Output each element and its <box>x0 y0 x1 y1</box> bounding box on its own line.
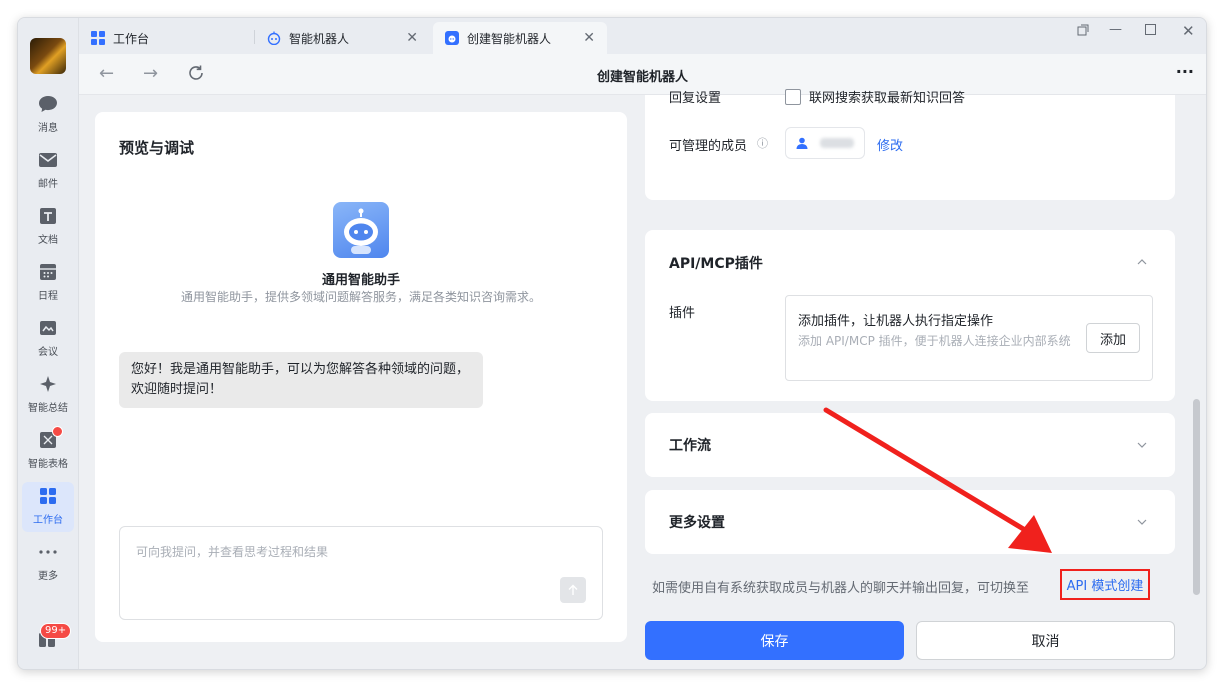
tab-workbench[interactable]: 工作台 <box>79 22 254 54</box>
save-button[interactable]: 保存 <box>645 621 904 660</box>
reply-settings-label: 回复设置 <box>669 91 722 106</box>
user-avatar[interactable] <box>30 38 66 74</box>
user-icon <box>796 134 808 153</box>
bot-description: 通用智能助手，提供多领域问题解答服务，满足各类知识咨询需求。 <box>180 290 541 304</box>
web-search-checkbox[interactable] <box>785 89 801 105</box>
web-search-option-label: 联网搜索获取最新知识回答 <box>809 91 966 106</box>
rail-label: 消息 <box>38 123 58 134</box>
chat-input-box <box>119 526 603 620</box>
rail-item-messages[interactable]: 消息 <box>22 90 74 140</box>
arrow-up-icon <box>568 584 578 595</box>
main-content: 预览与调试 通用智能助手 通用智能助手，提供多领域问题解答服务，满足各类知识咨询… <box>79 89 1206 669</box>
tab-label: 工作台 <box>113 31 150 46</box>
pin-window-icon[interactable] <box>1077 24 1089 40</box>
smart-sheet-icon <box>38 426 63 450</box>
add-plugin-button[interactable]: 添加 <box>1086 323 1140 353</box>
rail-label: 文档 <box>38 235 58 246</box>
tab-bar: 工作台 智能机器人 ✕ 创建智能机器人 ✕ — ✕ <box>79 18 1206 54</box>
tab-label: 智能机器人 <box>289 31 350 46</box>
rail-item-workbench[interactable]: 工作台 <box>22 482 74 532</box>
member-name-blurred <box>820 138 854 148</box>
chevron-down-icon[interactable] <box>1137 437 1147 451</box>
members-edit-link[interactable]: 修改 <box>877 135 903 154</box>
plugin-add-box: 添加插件，让机器人执行指定操作 添加 API/MCP 插件，便于机器人连接企业内… <box>785 295 1153 381</box>
more-menu-icon[interactable]: ··· <box>1176 62 1194 82</box>
rail-label: 工作台 <box>33 515 63 526</box>
robot-icon <box>445 31 459 45</box>
api-mode-hint: 如需使用自有系统获取成员与机器人的聊天并输出回复，可切换至 <box>652 581 1030 596</box>
maximize-icon[interactable] <box>1145 24 1156 39</box>
tab-create-robot[interactable]: 创建智能机器人 ✕ <box>433 22 607 54</box>
mail-icon <box>38 150 58 170</box>
page-title: 创建智能机器人 <box>596 70 688 85</box>
rail-item-meeting[interactable]: 会议 <box>22 314 74 364</box>
settings-card: 回复设置 联网搜索获取最新知识回答 可管理的成员 ⓘ 修改 <box>645 89 1175 200</box>
chevron-up-icon[interactable] <box>1137 254 1147 268</box>
app-window: 消息 邮件 文档 日程 会议 智能总结 智能表格 工作台 更多 99+ 工作台 … <box>17 17 1207 670</box>
preview-panel: 预览与调试 通用智能助手 通用智能助手，提供多领域问题解答服务，满足各类知识咨询… <box>95 112 627 642</box>
sparkle-icon <box>38 374 58 394</box>
plugins-label: 插件 <box>669 306 696 321</box>
rail-label: 智能总结 <box>28 403 68 414</box>
rail-label: 邮件 <box>38 179 58 190</box>
rail-item-smart-sheet[interactable]: 智能表格 <box>22 426 74 476</box>
rail-label: 更多 <box>38 571 58 582</box>
bot-name: 通用智能助手 <box>321 273 400 288</box>
plugin-box-title: 添加插件，让机器人执行指定操作 <box>798 314 994 329</box>
plugins-title: API/MCP插件 <box>669 256 763 272</box>
close-icon[interactable]: ✕ <box>406 30 418 46</box>
meeting-icon <box>38 318 58 338</box>
rail-item-more[interactable]: 更多 <box>22 538 74 588</box>
plugins-card: API/MCP插件 插件 添加插件，让机器人执行指定操作 添加 API/MCP … <box>645 230 1175 401</box>
left-rail: 消息 邮件 文档 日程 会议 智能总结 智能表格 工作台 更多 99+ <box>18 18 79 669</box>
window-close-icon[interactable]: ✕ <box>1182 22 1195 40</box>
grid-icon <box>91 31 105 45</box>
info-icon: ⓘ <box>757 137 768 150</box>
calendar-icon <box>38 262 58 282</box>
document-icon <box>38 206 58 226</box>
rail-item-docs[interactable]: 文档 <box>22 202 74 252</box>
member-chip[interactable] <box>785 127 865 159</box>
tab-label: 创建智能机器人 <box>467 31 552 46</box>
more-dots-icon <box>38 542 58 562</box>
workflow-card[interactable]: 工作流 <box>645 413 1175 477</box>
notification-dot <box>52 426 63 437</box>
rail-label: 日程 <box>38 291 58 302</box>
minimize-icon[interactable]: — <box>1109 22 1122 37</box>
scrollbar[interactable] <box>1193 399 1200 595</box>
plugin-box-description: 添加 API/MCP 插件，便于机器人连接企业内部系统 <box>798 334 1071 348</box>
chevron-down-icon[interactable] <box>1137 514 1147 528</box>
rail-item-calendar[interactable]: 日程 <box>22 258 74 308</box>
robot-icon <box>267 31 281 45</box>
more-settings-card[interactable]: 更多设置 <box>645 490 1175 554</box>
members-label: 可管理的成员 <box>669 139 748 154</box>
api-mode-create-link[interactable]: API 模式创建 <box>1060 569 1150 600</box>
cancel-button[interactable]: 取消 <box>916 621 1175 660</box>
close-icon[interactable]: ✕ <box>583 30 595 46</box>
preview-title: 预览与调试 <box>119 139 195 157</box>
nav-bar: ← → 创建智能机器人 ··· <box>79 54 1206 95</box>
chat-input[interactable] <box>120 527 602 619</box>
tab-smart-robot[interactable]: 智能机器人 ✕ <box>255 22 430 54</box>
rail-item-mail[interactable]: 邮件 <box>22 146 74 196</box>
rail-item-smart-summary[interactable]: 智能总结 <box>22 370 74 420</box>
bot-avatar-icon <box>333 202 389 258</box>
workbench-grid-icon <box>38 486 58 506</box>
chat-bubble-icon <box>38 94 58 114</box>
bot-greeting-message: 您好！我是通用智能助手，可以为您解答各种领域的问题，欢迎随时提问！ <box>119 352 483 408</box>
rail-label: 智能表格 <box>28 459 68 470</box>
rail-label: 会议 <box>38 347 58 358</box>
send-button[interactable] <box>560 577 586 603</box>
more-settings-title: 更多设置 <box>669 515 725 531</box>
unread-badge: 99+ <box>40 623 72 639</box>
workflow-title: 工作流 <box>669 438 711 454</box>
